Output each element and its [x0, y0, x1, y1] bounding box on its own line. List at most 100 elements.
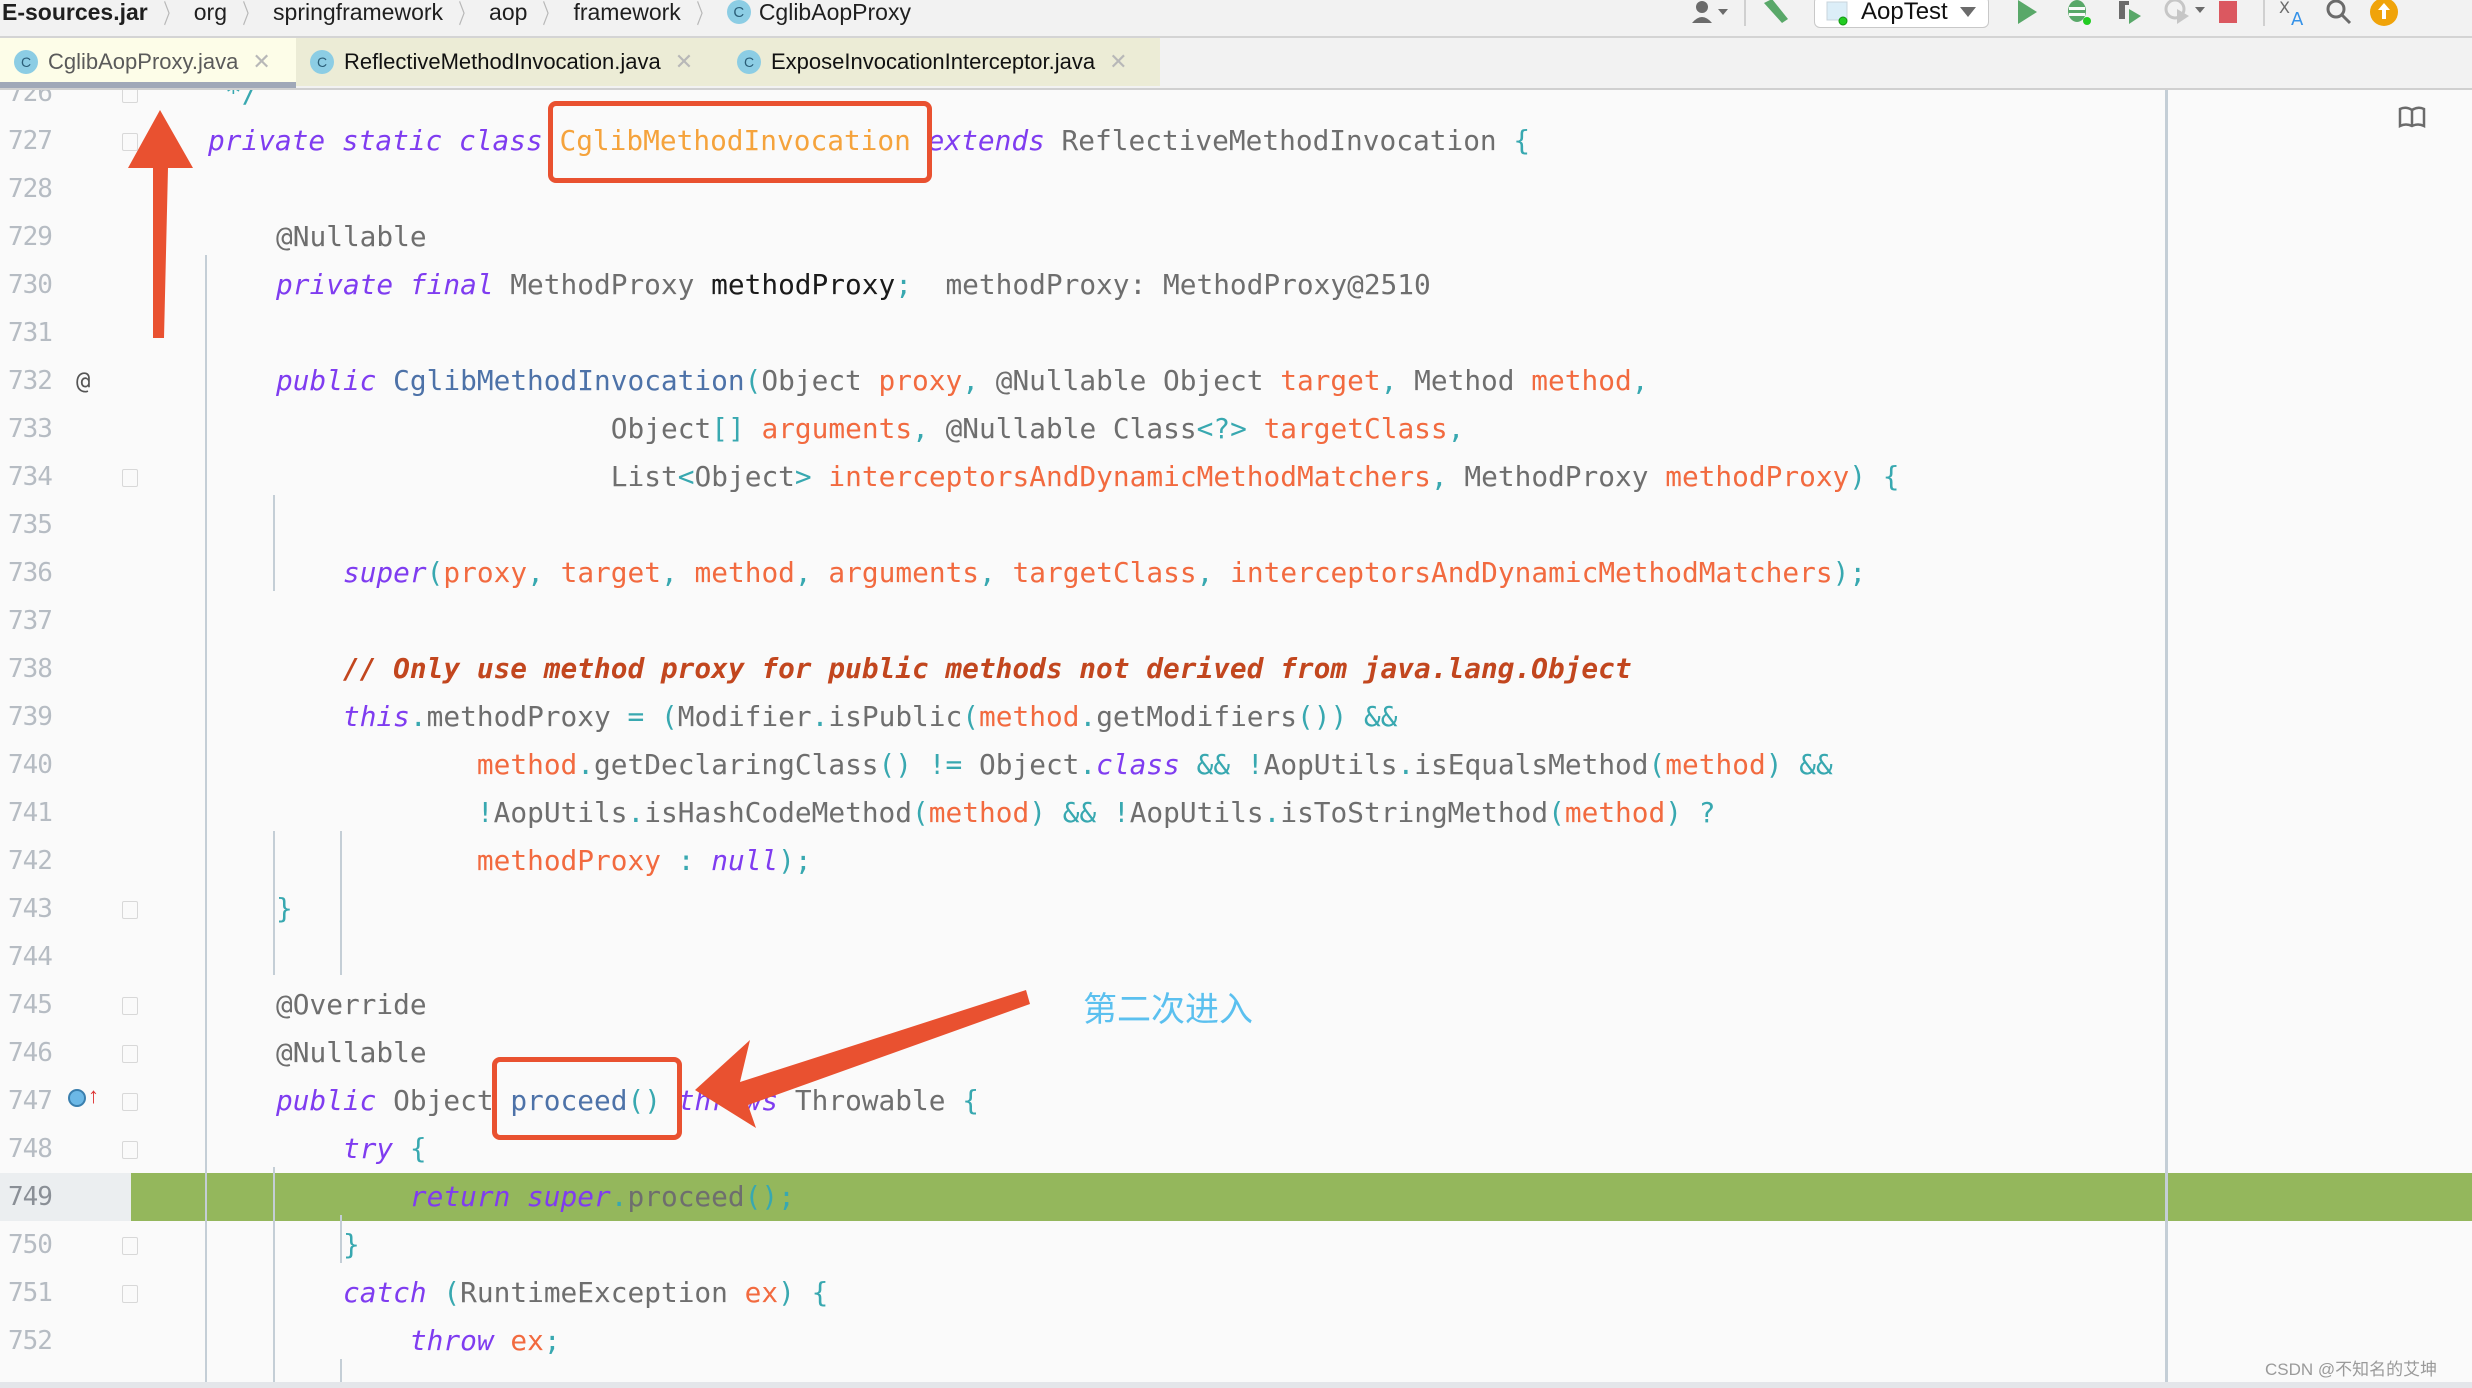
close-tab-icon[interactable]: ✕	[1109, 49, 1127, 75]
overrides-method-icon[interactable]	[68, 1089, 86, 1107]
close-tab-icon[interactable]: ✕	[675, 49, 693, 75]
code-editor[interactable]: 726 */ 727 private static class CglibMethod…	[0, 90, 2472, 1386]
build-hammer-icon[interactable]	[1760, 0, 1790, 29]
code-line[interactable]: 728	[0, 165, 2472, 213]
code-line[interactable]: 741 !AopUtils.isHashCodeMethod(method) &&…	[0, 789, 2472, 837]
tab-cglibaopproxy[interactable]: C CglibAopProxy.java ✕	[0, 38, 296, 88]
code-line[interactable]: 726 */	[0, 90, 2472, 117]
line-number[interactable]: 751	[8, 1269, 60, 1317]
code-line[interactable]: 732 @ public CglibMethodInvocation(Object …	[0, 357, 2472, 405]
go-to-super-arrow-icon[interactable]: ↑	[88, 1085, 99, 1107]
breadcrumb-jar[interactable]: E-sources.jar	[0, 0, 154, 26]
code-text: List<Object> interceptorsAndDynamicMetho…	[611, 453, 1900, 501]
fold-marker-icon[interactable]	[122, 901, 138, 919]
code-line[interactable]: 740 method.getDeclaringClass() != Object.…	[0, 741, 2472, 789]
breadcrumb-framework[interactable]: framework	[567, 0, 686, 26]
line-number[interactable]: 744	[8, 933, 60, 981]
line-number[interactable]: 735	[8, 501, 60, 549]
line-number[interactable]: 743	[8, 885, 60, 933]
translate-icon[interactable]: XA	[2279, 0, 2309, 30]
line-number[interactable]: 726	[8, 90, 60, 117]
code-token: this	[342, 700, 410, 733]
code-line[interactable]: 748 try {	[0, 1125, 2472, 1173]
line-number[interactable]: 742	[8, 837, 60, 885]
line-number[interactable]: 747	[8, 1077, 60, 1125]
code-line[interactable]: 730 private final MethodProxy methodProxy…	[0, 261, 2472, 309]
line-number[interactable]: 731	[8, 309, 60, 357]
debug-icon[interactable]	[2063, 0, 2093, 29]
line-number[interactable]: 740	[8, 741, 60, 789]
tab-reflectivemethodinvocation[interactable]: C ReflectiveMethodInvocation.java ✕	[296, 38, 723, 86]
line-number[interactable]: 734	[8, 453, 60, 501]
line-number[interactable]: 748	[8, 1125, 60, 1173]
code-line[interactable]: 729 @Nullable	[0, 213, 2472, 261]
code-line[interactable]: 733 Object[] arguments, @Nullable Class<?…	[0, 405, 2472, 453]
breadcrumb-org[interactable]: org	[188, 0, 233, 26]
search-icon[interactable]	[2325, 0, 2353, 29]
fold-marker-icon[interactable]	[122, 997, 138, 1015]
fold-marker-icon[interactable]	[122, 90, 138, 103]
reader-mode-icon[interactable]	[2398, 106, 2426, 129]
code-token: method	[928, 796, 1030, 829]
line-number[interactable]: 730	[8, 261, 60, 309]
run-config-label: AopTest	[1861, 0, 1948, 25]
code-line[interactable]: 727 private static class CglibMethodInvoc…	[0, 117, 2472, 165]
code-line[interactable]: 752 throw ex;	[0, 1317, 2472, 1365]
line-number[interactable]: 752	[8, 1317, 60, 1365]
code-line[interactable]: 734 List<Object> interceptorsAndDynamicMe…	[0, 453, 2472, 501]
line-number[interactable]: 745	[8, 981, 60, 1029]
line-number[interactable]: 746	[8, 1029, 60, 1077]
line-number[interactable]: 727	[8, 117, 60, 165]
fold-marker-icon[interactable]	[122, 1141, 138, 1159]
line-number[interactable]: 732	[8, 357, 60, 405]
coverage-icon[interactable]	[2115, 0, 2145, 29]
code-line[interactable]: 742 methodProxy : null);	[0, 837, 2472, 885]
profile-icon[interactable]	[2163, 0, 2207, 29]
line-number[interactable]: 738	[8, 645, 60, 693]
line-number[interactable]: 750	[8, 1221, 60, 1269]
line-number[interactable]: 729	[8, 213, 60, 261]
code-line[interactable]: 737	[0, 597, 2472, 645]
fold-marker-icon[interactable]	[122, 1285, 138, 1303]
code-line[interactable]: 738 // Only use method proxy for public m…	[0, 645, 2472, 693]
code-line[interactable]: 735	[0, 501, 2472, 549]
run-icon[interactable]	[2015, 0, 2039, 29]
code-line[interactable]: 743}	[0, 885, 2472, 933]
watermark: CSDN @不知名的艾坤	[2265, 1360, 2438, 1379]
code-token: );	[1832, 556, 1867, 589]
line-number[interactable]: 728	[8, 165, 60, 213]
fold-marker-icon[interactable]	[122, 1045, 138, 1063]
code-line[interactable]: 749 return super.proceed();	[0, 1173, 2472, 1221]
line-number[interactable]: 749	[8, 1173, 60, 1221]
annotation-gutter-icon[interactable]: @	[76, 357, 90, 405]
code-line[interactable]: 746 @Nullable	[0, 1029, 2472, 1077]
code-line[interactable]: 751 catch (RuntimeException ex) {	[0, 1269, 2472, 1317]
code-token: method	[979, 700, 1080, 733]
code-token: arguments	[828, 556, 980, 589]
tab-exposeinvocationinterceptor[interactable]: C ExposeInvocationInterceptor.java ✕	[723, 38, 1160, 86]
code-token: )	[1765, 748, 1783, 781]
user-icon[interactable]	[1690, 0, 1730, 29]
breadcrumb-class[interactable]: C CglibAopProxy	[721, 0, 917, 26]
code-line[interactable]: 739 this.methodProxy = (Modifier.isPublic…	[0, 693, 2472, 741]
fold-marker-icon[interactable]	[122, 133, 138, 151]
stop-icon[interactable]	[2217, 0, 2239, 29]
code-line[interactable]: 744	[0, 933, 2472, 981]
fold-marker-icon[interactable]	[122, 1093, 138, 1111]
code-line[interactable]: 736 super(proxy, target, method, argument…	[0, 549, 2472, 597]
line-number[interactable]: 737	[8, 597, 60, 645]
close-tab-icon[interactable]: ✕	[252, 49, 270, 75]
line-number[interactable]: 739	[8, 693, 60, 741]
run-config-dropdown[interactable]: AopTest	[1814, 0, 1989, 28]
fold-marker-icon[interactable]	[122, 469, 138, 487]
code-line[interactable]: 747 ↑ public Object proceed() throws Throw…	[0, 1077, 2472, 1125]
line-number[interactable]: 736	[8, 549, 60, 597]
code-line[interactable]: 731	[0, 309, 2472, 357]
breadcrumb-springframework[interactable]: springframework	[267, 0, 449, 26]
breadcrumb-aop[interactable]: aop	[483, 0, 533, 26]
code-line[interactable]: 750}	[0, 1221, 2472, 1269]
line-number[interactable]: 733	[8, 405, 60, 453]
update-icon[interactable]	[2369, 0, 2399, 29]
line-number[interactable]: 741	[8, 789, 60, 837]
fold-marker-icon[interactable]	[122, 1237, 138, 1255]
